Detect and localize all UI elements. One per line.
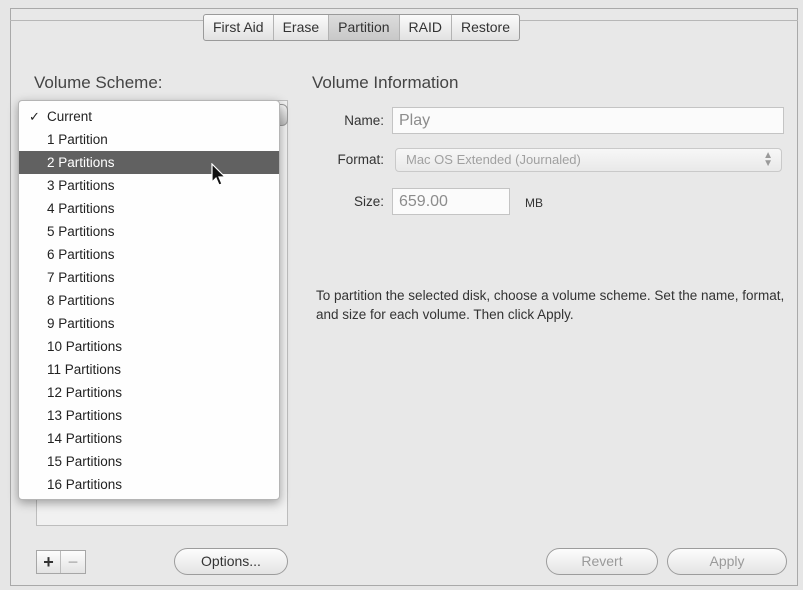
add-remove-control: + − bbox=[36, 550, 86, 574]
add-partition-button[interactable]: + bbox=[37, 551, 62, 573]
menu-item-current[interactable]: ✓ Current bbox=[19, 105, 279, 128]
format-select[interactable]: Mac OS Extended (Journaled) ▲ ▼ bbox=[395, 148, 782, 172]
arrow-cursor-icon bbox=[211, 163, 227, 186]
menu-item-7-partitions[interactable]: 7 Partitions bbox=[19, 266, 279, 289]
menu-item-6-partitions[interactable]: 6 Partitions bbox=[19, 243, 279, 266]
name-field[interactable]: Play bbox=[392, 107, 784, 134]
menu-item-11-partitions[interactable]: 11 Partitions bbox=[19, 358, 279, 381]
menu-item-5-partitions[interactable]: 5 Partitions bbox=[19, 220, 279, 243]
format-label: Format: bbox=[337, 152, 384, 167]
tab-bar: First Aid Erase Partition RAID Restore bbox=[203, 14, 520, 41]
tab-erase[interactable]: Erase bbox=[274, 15, 330, 40]
volume-scheme-menu: ✓ Current 1 Partition 2 Partitions 3 Par… bbox=[18, 100, 280, 500]
checkmark-icon: ✓ bbox=[29, 109, 40, 124]
menu-item-13-partitions[interactable]: 13 Partitions bbox=[19, 404, 279, 427]
menu-item-3-partitions[interactable]: 3 Partitions bbox=[19, 174, 279, 197]
menu-item-4-partitions[interactable]: 4 Partitions bbox=[19, 197, 279, 220]
menu-item-1-partition[interactable]: 1 Partition bbox=[19, 128, 279, 151]
size-field[interactable]: 659.00 bbox=[392, 188, 510, 215]
format-value: Mac OS Extended (Journaled) bbox=[406, 152, 581, 167]
size-unit-label: MB bbox=[525, 196, 543, 210]
menu-item-9-partitions[interactable]: 9 Partitions bbox=[19, 312, 279, 335]
size-label: Size: bbox=[353, 194, 384, 209]
tab-raid[interactable]: RAID bbox=[400, 15, 452, 40]
volume-scheme-label: Volume Scheme: bbox=[34, 73, 163, 92]
menu-item-14-partitions[interactable]: 14 Partitions bbox=[19, 427, 279, 450]
menu-item-2-partitions[interactable]: 2 Partitions bbox=[19, 151, 279, 174]
volume-information-heading: Volume Information bbox=[312, 73, 459, 92]
partition-instructions: To partition the selected disk, choose a… bbox=[316, 288, 785, 322]
menu-item-12-partitions[interactable]: 12 Partitions bbox=[19, 381, 279, 404]
apply-button[interactable]: Apply bbox=[667, 548, 787, 575]
updown-arrows-icon: ▲ ▼ bbox=[763, 150, 773, 169]
menu-item-16-partitions[interactable]: 16 Partitions bbox=[19, 473, 279, 496]
tab-first-aid[interactable]: First Aid bbox=[204, 15, 274, 40]
name-label: Name: bbox=[344, 113, 384, 128]
revert-button[interactable]: Revert bbox=[546, 548, 658, 575]
options-button[interactable]: Options... bbox=[174, 548, 288, 575]
tab-partition[interactable]: Partition bbox=[329, 15, 400, 40]
tab-restore[interactable]: Restore bbox=[452, 15, 519, 40]
menu-item-8-partitions[interactable]: 8 Partitions bbox=[19, 289, 279, 312]
remove-partition-button[interactable]: − bbox=[61, 551, 85, 573]
menu-item-15-partitions[interactable]: 15 Partitions bbox=[19, 450, 279, 473]
menu-item-label: Current bbox=[47, 109, 93, 124]
menu-item-10-partitions[interactable]: 10 Partitions bbox=[19, 335, 279, 358]
